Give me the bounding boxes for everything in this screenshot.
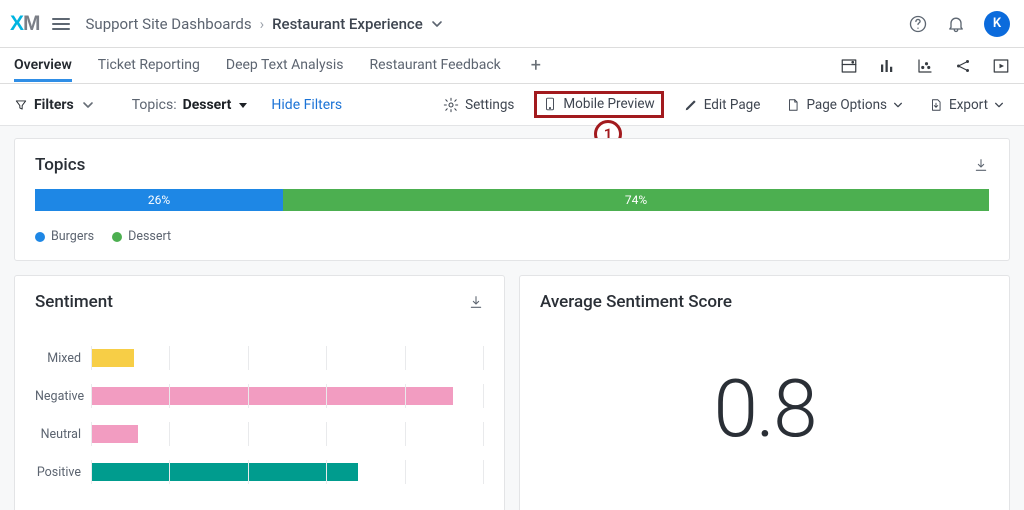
breadcrumb-current[interactable]: Restaurant Experience xyxy=(272,15,423,33)
legend-dot-green xyxy=(112,232,122,242)
page-options-label: Page Options xyxy=(806,97,887,113)
tab-ticket-reporting[interactable]: Ticket Reporting xyxy=(98,49,200,82)
edit-page-label: Edit Page xyxy=(704,97,761,113)
help-icon[interactable] xyxy=(908,14,928,34)
topics-stacked-bar: 26% 74% xyxy=(35,189,989,211)
topics-legend: Burgers Dessert xyxy=(35,229,989,244)
topics-segment-dessert[interactable]: 74% xyxy=(283,189,989,211)
topics-title: Topics xyxy=(35,155,85,175)
settings-label: Settings xyxy=(465,97,514,113)
average-score-card: Average Sentiment Score 0.8 xyxy=(519,275,1010,510)
bar-chart-icon[interactable] xyxy=(878,57,896,75)
bell-icon[interactable] xyxy=(946,14,966,34)
share-icon[interactable] xyxy=(954,57,972,75)
mobile-icon xyxy=(543,96,557,112)
filters-chevron-icon[interactable] xyxy=(82,99,94,111)
mobile-preview-label: Mobile Preview xyxy=(563,96,654,112)
chevron-down-icon xyxy=(994,100,1004,110)
export-icon xyxy=(929,97,943,113)
filters-button[interactable]: Filters xyxy=(14,97,74,113)
mobile-preview-button[interactable]: Mobile Preview xyxy=(534,91,663,118)
page-toolbar: Settings Mobile Preview Edit Page Page O… xyxy=(437,91,1010,118)
topics-card: Topics 26% 74% Burgers Dessert xyxy=(14,138,1010,261)
legend-dot-blue xyxy=(35,232,45,242)
sentiment-row: Negative xyxy=(35,384,484,408)
sentiment-bar[interactable] xyxy=(91,463,358,481)
play-box-icon[interactable] xyxy=(992,57,1010,75)
sentiment-track xyxy=(91,346,484,370)
sentiment-chart: Mixed Negative Neutral Positive xyxy=(35,326,484,484)
hide-filters-link[interactable]: Hide Filters xyxy=(271,97,342,113)
settings-button[interactable]: Settings xyxy=(437,93,520,117)
topbar-actions: K xyxy=(908,11,1010,37)
legend-item-dessert[interactable]: Dessert xyxy=(112,229,171,244)
tabs-row: Overview Ticket Reporting Deep Text Anal… xyxy=(0,48,1024,84)
topics-label: Topics: xyxy=(132,97,177,113)
chevron-down-icon xyxy=(893,100,903,110)
sentiment-bar[interactable] xyxy=(91,425,138,443)
card-row: Sentiment Mixed Negative Neutral Positiv… xyxy=(14,275,1010,510)
export-label: Export xyxy=(949,97,988,113)
logo-x: X xyxy=(10,12,23,36)
download-icon[interactable] xyxy=(973,157,989,173)
pencil-icon xyxy=(684,98,698,112)
tab-restaurant-feedback[interactable]: Restaurant Feedback xyxy=(369,49,500,82)
logo-m: M xyxy=(23,12,40,36)
sentiment-label: Negative xyxy=(35,389,91,404)
sentiment-label: Mixed xyxy=(35,351,91,366)
layout-icon[interactable] xyxy=(840,57,858,75)
legend-item-burgers[interactable]: Burgers xyxy=(35,229,94,244)
topics-caret-icon[interactable] xyxy=(237,99,249,111)
sentiment-track xyxy=(91,422,484,446)
gear-icon xyxy=(443,97,459,113)
sentiment-bar[interactable] xyxy=(91,349,134,367)
sentiment-label: Neutral xyxy=(35,427,91,442)
sentiment-row: Neutral xyxy=(35,422,484,446)
add-tab-button[interactable]: + xyxy=(527,55,545,76)
sentiment-label: Positive xyxy=(35,465,91,480)
page-options-button[interactable]: Page Options xyxy=(780,93,909,117)
page-tools xyxy=(840,57,1010,75)
filter-icon xyxy=(14,98,28,112)
sentiment-track xyxy=(91,384,484,408)
topbar: XM Support Site Dashboards › Restaurant … xyxy=(0,0,1024,48)
chevron-right-icon: › xyxy=(260,15,265,33)
filter-row: Filters Topics: Dessert Hide Filters Set… xyxy=(0,84,1024,126)
logo[interactable]: XM xyxy=(10,12,40,36)
avatar[interactable]: K xyxy=(984,11,1010,37)
average-score-title: Average Sentiment Score xyxy=(540,292,732,312)
sentiment-bar[interactable] xyxy=(91,387,453,405)
sentiment-track xyxy=(91,460,484,484)
scatter-icon[interactable] xyxy=(916,57,934,75)
download-icon[interactable] xyxy=(468,294,484,310)
topics-segment-burgers[interactable]: 26% xyxy=(35,189,283,211)
page-icon xyxy=(786,97,800,113)
export-button[interactable]: Export xyxy=(923,93,1010,117)
menu-icon[interactable] xyxy=(52,18,70,30)
breadcrumb-parent[interactable]: Support Site Dashboards xyxy=(86,15,252,33)
tab-overview[interactable]: Overview xyxy=(14,49,72,82)
sentiment-row: Positive xyxy=(35,460,484,484)
chevron-down-icon[interactable] xyxy=(431,18,443,30)
dashboard-content: Topics 26% 74% Burgers Dessert Sentiment… xyxy=(0,126,1024,510)
average-score-value: 0.8 xyxy=(540,326,989,492)
edit-page-button[interactable]: Edit Page xyxy=(678,93,767,117)
breadcrumb: Support Site Dashboards › Restaurant Exp… xyxy=(86,15,443,33)
sentiment-card: Sentiment Mixed Negative Neutral Positiv… xyxy=(14,275,505,510)
filters-label: Filters xyxy=(34,97,74,113)
sentiment-title: Sentiment xyxy=(35,292,113,312)
sentiment-row: Mixed xyxy=(35,346,484,370)
tab-deep-text-analysis[interactable]: Deep Text Analysis xyxy=(226,49,344,82)
topics-value[interactable]: Dessert xyxy=(183,97,232,113)
